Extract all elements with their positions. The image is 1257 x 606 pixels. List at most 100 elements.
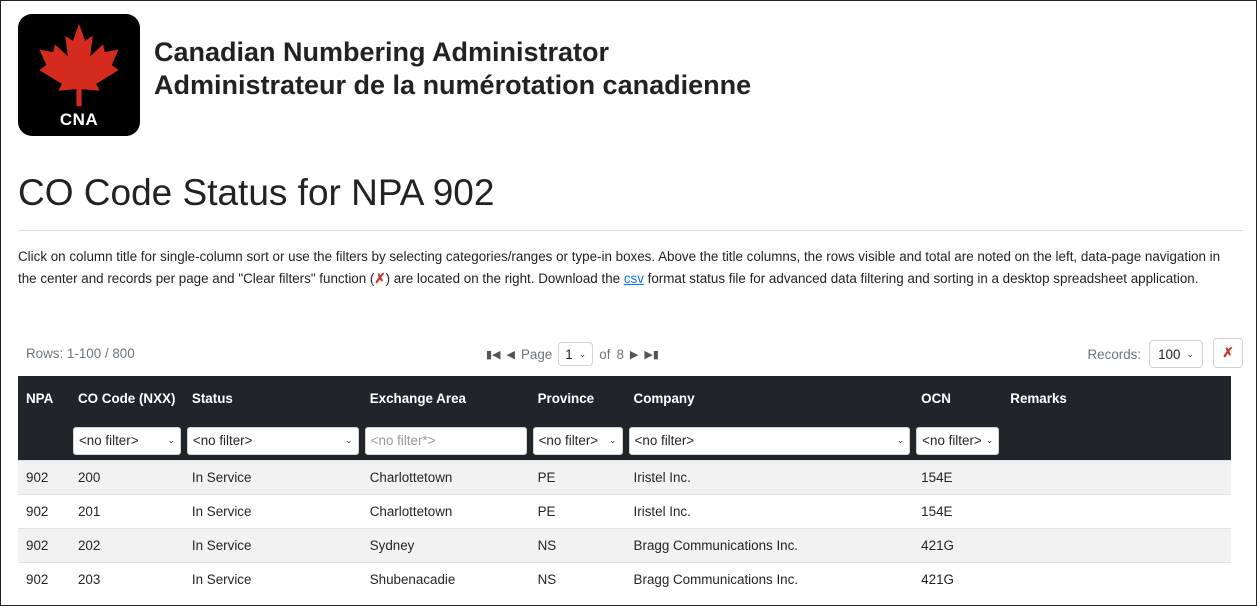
clear-filter-icon: ✗ — [374, 271, 386, 286]
site-title-english: Canadian Numbering Administrator — [154, 37, 610, 67]
cell-remarks — [1002, 561, 1231, 596]
cell-co-code: 200 — [69, 459, 184, 494]
column-header-npa[interactable]: NPA — [18, 376, 70, 422]
cell-co-code: 202 — [69, 527, 184, 562]
status-filter-select[interactable]: <no filter> ⌄ — [186, 426, 359, 455]
cell-status: In Service — [183, 561, 362, 596]
logo-text: CNA — [59, 110, 99, 129]
cell-ocn: 421G — [913, 527, 1003, 562]
filter-cell-company: <no filter> ⌄ — [626, 422, 914, 460]
filter-value: <no filter> — [922, 433, 982, 449]
company-filter-select[interactable]: <no filter> ⌄ — [628, 426, 911, 455]
table-row: 902 201 In Service Charlottetown PE Iris… — [18, 493, 1231, 528]
first-page-icon[interactable]: ▮◀ — [486, 348, 501, 361]
column-header-co-code[interactable]: CO Code (NXX) — [70, 376, 184, 422]
cell-status: In Service — [183, 459, 362, 494]
cell-npa: 902 — [18, 527, 70, 562]
cell-province: PE — [529, 493, 626, 528]
cna-logo[interactable]: CNA — [18, 14, 140, 136]
site-header: CNA Canadian Numbering Administrator Adm… — [18, 14, 751, 138]
cell-co-code: 201 — [69, 493, 184, 528]
next-page-icon[interactable]: ▶ — [630, 348, 638, 361]
intro-text-3: format status file for advanced data fil… — [643, 271, 1199, 286]
filter-value: <no filter> — [634, 433, 695, 449]
cell-exchange-area: Shubenacadie — [361, 561, 530, 596]
cell-company: Iristel Inc. — [625, 493, 914, 528]
cell-remarks — [1002, 527, 1231, 562]
cell-remarks — [1002, 493, 1231, 528]
column-header-company[interactable]: Company — [626, 376, 914, 422]
chevron-down-icon: ⌄ — [578, 348, 587, 359]
filter-placeholder: <no filter*> — [370, 433, 436, 449]
chevron-down-icon: ⌄ — [985, 435, 994, 446]
prev-page-icon[interactable]: ◀ — [507, 348, 515, 361]
rows-info: Rows: 1-100 / 800 — [26, 346, 135, 361]
page-label: Page — [520, 346, 553, 362]
chevron-down-icon: ⌄ — [167, 435, 175, 446]
column-header-exchange-area[interactable]: Exchange Area — [362, 376, 530, 422]
pagination: ▮◀ ◀ Page 1 ⌄ of 8 ▶ ▶▮ — [486, 342, 659, 366]
page-select[interactable]: 1 ⌄ — [558, 342, 594, 366]
cell-province: NS — [529, 527, 626, 562]
province-filter-select[interactable]: <no filter> ⌄ — [532, 426, 623, 455]
filter-cell-co-code: <no filter> ⌄ — [70, 422, 184, 460]
column-header-status[interactable]: Status — [184, 376, 362, 422]
maple-leaf-icon — [39, 23, 119, 107]
cell-npa: 902 — [18, 459, 70, 494]
table-row: 902 200 In Service Charlottetown PE Iris… — [18, 459, 1231, 494]
filter-cell-province: <no filter> ⌄ — [530, 422, 626, 460]
cell-remarks — [1002, 459, 1231, 494]
cell-exchange-area: Charlottetown — [361, 493, 530, 528]
column-header-remarks[interactable]: Remarks — [1002, 376, 1231, 422]
table-row: 902 202 In Service Sydney NS Bragg Commu… — [18, 527, 1231, 562]
cell-company: Bragg Communications Inc. — [625, 527, 914, 562]
intro-paragraph: Click on column title for single-column … — [18, 246, 1238, 290]
cell-company: Bragg Communications Inc. — [625, 561, 914, 596]
clear-filter-icon: ✗ — [1222, 345, 1234, 360]
filter-cell-exchange-area: <no filter*> — [362, 422, 530, 460]
cell-company: Iristel Inc. — [625, 459, 914, 494]
chevron-down-icon: ⌄ — [345, 435, 353, 446]
filter-cell-status: <no filter> ⌄ — [184, 422, 362, 460]
site-title-french: Administrateur de la numérotation canadi… — [154, 70, 752, 100]
cell-co-code: 203 — [69, 561, 184, 596]
cell-ocn: 154E — [913, 493, 1003, 528]
site-titles: Canadian Numbering Administrator Adminis… — [154, 36, 751, 102]
page-total: 8 — [616, 346, 624, 362]
cell-exchange-area: Sydney — [361, 527, 530, 562]
column-header-ocn[interactable]: OCN — [913, 376, 1002, 422]
filter-value: <no filter> — [192, 433, 253, 449]
of-label: of — [599, 346, 611, 362]
page-title: CO Code Status for NPA 902 — [18, 172, 495, 213]
cell-npa: 902 — [18, 561, 70, 596]
ocn-filter-select[interactable]: <no filter> ⌄ — [916, 426, 1000, 455]
co-code-table: NPA CO Code (NXX) Status Exchange Area P… — [18, 376, 1231, 596]
cell-province: NS — [529, 561, 626, 596]
cell-status: In Service — [183, 527, 362, 562]
records-select[interactable]: 100 ⌄ — [1149, 340, 1203, 368]
cell-ocn: 154E — [913, 459, 1003, 494]
co-code-filter-select[interactable]: <no filter> ⌄ — [72, 426, 181, 455]
column-header-province[interactable]: Province — [530, 376, 626, 422]
cell-status: In Service — [183, 493, 362, 528]
records-label: Records: — [1087, 346, 1142, 362]
clear-filters-button[interactable]: ✗ — [1213, 338, 1243, 368]
last-page-icon[interactable]: ▶▮ — [644, 348, 659, 361]
cell-province: PE — [529, 459, 626, 494]
chevron-down-icon: ⌄ — [609, 435, 617, 446]
filter-cell-ocn: <no filter> ⌄ — [913, 422, 1002, 460]
filter-value: <no filter> — [78, 433, 139, 449]
csv-download-link[interactable]: csv — [624, 271, 644, 286]
table-toolbar: Rows: 1-100 / 800 ▮◀ ◀ Page 1 ⌄ of 8 ▶ ▶▮… — [18, 338, 1243, 368]
intro-text-2: ) are located on the right. Download the — [385, 271, 624, 286]
exchange-area-filter-input[interactable]: <no filter*> — [364, 426, 527, 455]
cell-ocn: 421G — [913, 561, 1003, 596]
records-per-page: Records: 100 ⌄ — [1088, 340, 1203, 368]
records-select-value: 100 — [1158, 346, 1181, 362]
filter-cell-remarks — [1002, 422, 1231, 460]
cell-exchange-area: Charlottetown — [361, 459, 530, 494]
table-row: 902 203 In Service Shubenacadie NS Bragg… — [18, 561, 1231, 596]
filter-cell-npa — [18, 422, 70, 460]
divider — [18, 230, 1243, 231]
chevron-down-icon: ⌄ — [1186, 348, 1194, 359]
